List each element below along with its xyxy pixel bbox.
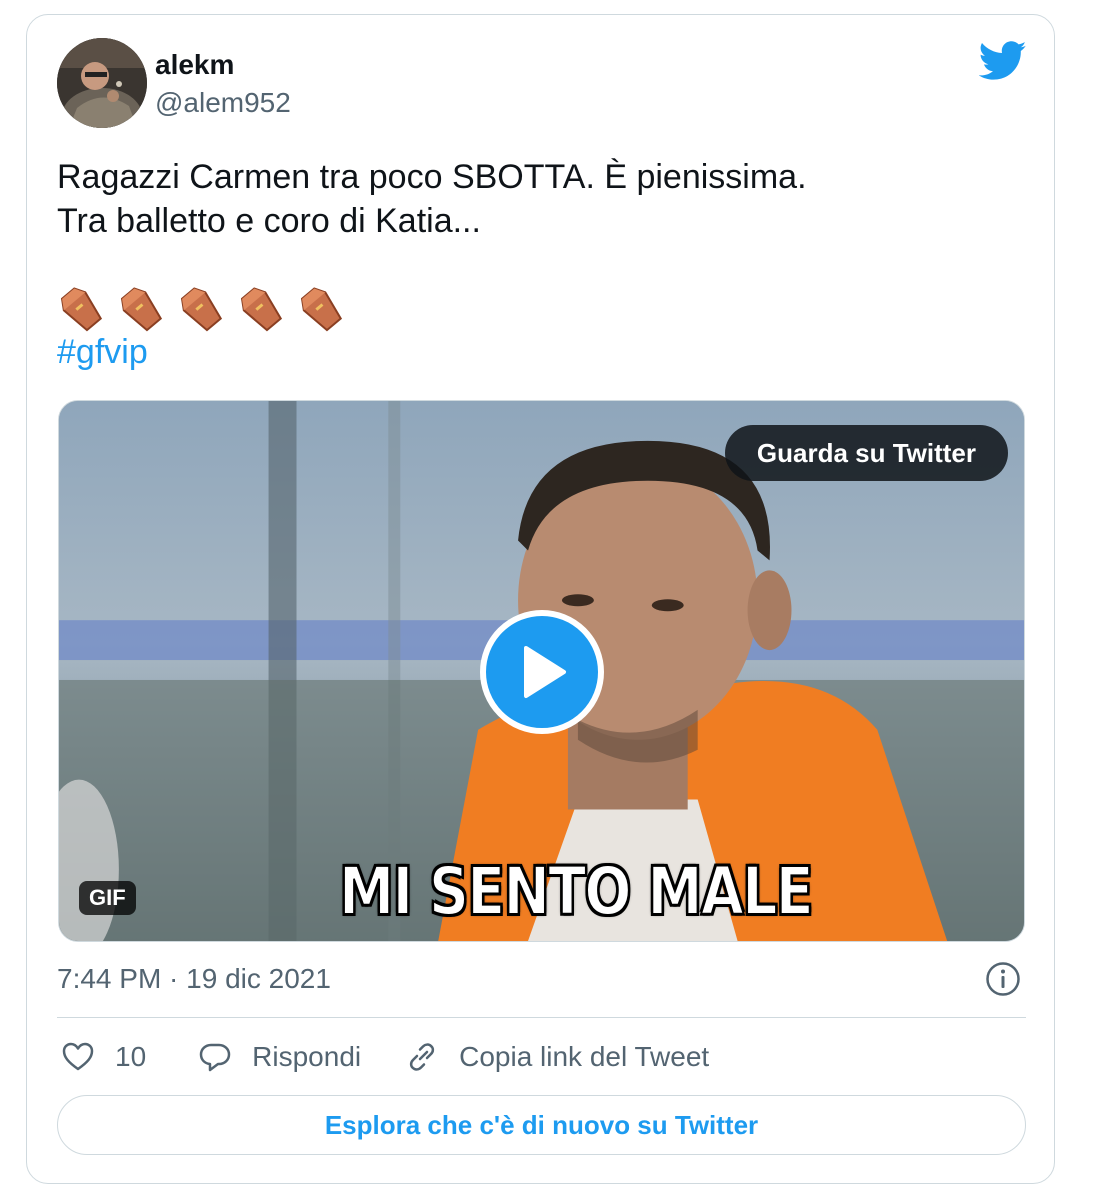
hashtag-link[interactable]: #gfvip	[57, 333, 148, 372]
copy-link-button[interactable]: Copia link del Tweet	[405, 1040, 709, 1074]
gif-caption: MI SENTO MALE	[338, 852, 814, 931]
coffin-emoji	[120, 287, 163, 332]
coffin-emoji	[60, 287, 103, 332]
reply-label: Rispondi	[252, 1041, 362, 1072]
tweet-text-line: Ragazzi Carmen tra poco SBOTTA. È pienis…	[57, 158, 807, 196]
reply-button[interactable]: Rispondi	[198, 1040, 361, 1074]
link-icon	[409, 1043, 435, 1071]
gif-badge: GIF	[79, 881, 136, 915]
heart-icon	[62, 1042, 94, 1071]
author-display-name[interactable]: alekm	[155, 49, 234, 81]
tweet-card: alekm @alem952 Ragazzi Carmen tra poco S…	[26, 14, 1055, 1184]
reply-bubble-icon	[199, 1043, 231, 1072]
tweet-timestamp[interactable]: 7:44 PM · 19 dic 2021	[57, 963, 331, 995]
gif-media[interactable]: Guarda su Twitter GIF MI SENTO MALE	[58, 400, 1025, 942]
tweet-text: Ragazzi Carmen tra poco SBOTTA. È pienis…	[57, 155, 1017, 243]
coffin-emoji	[300, 287, 343, 332]
avatar-image	[57, 38, 147, 128]
twitter-bird-icon[interactable]	[979, 41, 1027, 81]
like-count: 10	[115, 1041, 147, 1072]
coffin-emoji	[240, 287, 283, 332]
divider	[57, 1017, 1026, 1018]
coffin-emoji-row	[57, 285, 345, 335]
watch-on-twitter-button[interactable]: Guarda su Twitter	[724, 425, 1008, 481]
coffin-emoji	[180, 287, 223, 332]
explore-twitter-button[interactable]: Esplora che c'è di nuovo su Twitter	[57, 1095, 1026, 1155]
author-handle[interactable]: @alem952	[155, 87, 291, 119]
play-button[interactable]	[480, 610, 604, 734]
info-icon[interactable]	[985, 961, 1021, 997]
like-button[interactable]: 10	[61, 1040, 146, 1074]
avatar[interactable]	[57, 38, 147, 128]
tweet-text-line: Tra balletto e coro di Katia...	[57, 202, 481, 240]
copy-link-label: Copia link del Tweet	[459, 1041, 710, 1072]
play-icon	[524, 646, 566, 698]
tweet-actions: 10 Rispondi Copia link del Tweet	[61, 1037, 709, 1077]
